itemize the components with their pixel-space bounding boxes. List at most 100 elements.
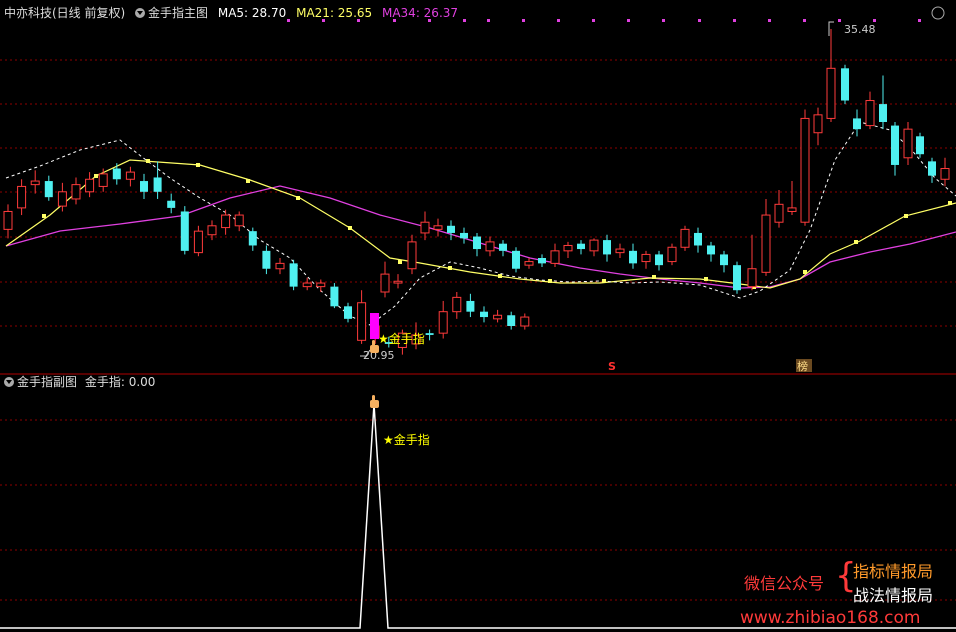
main-indicator-name[interactable]: 金手指主图 [148, 6, 208, 20]
candle [512, 250, 520, 269]
magenta-dot [838, 19, 841, 22]
candle [916, 136, 924, 155]
signal-label-sub: ★金手指 [383, 432, 430, 447]
ma21-marker [196, 163, 200, 167]
candle [221, 214, 231, 229]
ma21-marker [704, 277, 708, 281]
ma21-marker [602, 279, 606, 283]
candle [680, 228, 690, 248]
magenta-dot [698, 19, 701, 22]
candle [707, 245, 715, 255]
candle [71, 184, 81, 200]
candle [493, 314, 503, 320]
candle [393, 280, 403, 284]
candle [207, 225, 217, 236]
high-label: 35.48 [844, 23, 876, 36]
candle [655, 254, 663, 266]
bang-marker: 榜 [797, 359, 808, 373]
sub-indicator-name[interactable]: 金手指副图 [17, 375, 77, 389]
ma21-marker [94, 174, 98, 178]
candle [774, 203, 784, 223]
watermark-line2: 战法情报局 [853, 586, 934, 605]
sell-marker: S [608, 360, 616, 373]
candle [841, 68, 849, 101]
candle [180, 211, 189, 251]
ma5-value: MA5: 28.70 [217, 6, 287, 20]
candle [248, 231, 257, 246]
candle [761, 214, 771, 273]
candle [589, 239, 599, 252]
candle [485, 241, 495, 252]
candle [879, 104, 887, 122]
ma21-marker [246, 179, 250, 183]
candle [694, 232, 702, 246]
candle [524, 261, 534, 266]
candle [865, 100, 875, 127]
candle [538, 258, 546, 264]
candle [330, 286, 339, 307]
candle [438, 311, 448, 334]
ma21-marker [448, 266, 452, 270]
candle [603, 240, 611, 255]
candle [787, 207, 797, 212]
magenta-dot [733, 19, 736, 22]
candle [17, 185, 27, 209]
ma21-marker [854, 240, 858, 244]
candle [44, 181, 53, 198]
candle [499, 243, 507, 251]
magenta-dot [487, 19, 490, 22]
candle [57, 191, 67, 207]
ma21-marker [296, 196, 300, 200]
candle [193, 230, 203, 254]
ma21-marker [398, 260, 402, 264]
candle [891, 125, 899, 165]
candle [520, 316, 530, 327]
candle [733, 265, 741, 291]
candle [903, 128, 913, 159]
ma21-value: MA21: 25.65 [296, 6, 373, 20]
candle [452, 296, 462, 313]
candle [577, 243, 585, 250]
candle [473, 236, 481, 250]
candle [140, 181, 148, 192]
candle [800, 117, 810, 223]
stock-title: 中亦科技(日线 前复权) [4, 6, 126, 20]
candle [460, 232, 468, 239]
dropdown-icon-sub[interactable] [4, 377, 14, 387]
candle [112, 168, 121, 180]
candle [928, 161, 936, 176]
candle [344, 306, 352, 319]
candle [853, 118, 861, 130]
candle [302, 282, 312, 288]
magenta-dot [522, 19, 525, 22]
candle [167, 200, 176, 208]
dropdown-icon[interactable] [135, 8, 146, 18]
magenta-dot [557, 19, 560, 22]
sub-header: 金手指副图 金手指: 0.00 [4, 374, 155, 390]
candle [275, 262, 285, 270]
magenta-dot [873, 19, 876, 22]
chart-stage[interactable]: 35.48 20.95 ★金手指 S 榜 ★金手指 [0, 0, 956, 632]
candle [466, 300, 475, 312]
candle [940, 168, 950, 180]
ma21-marker [498, 274, 502, 278]
chart-background [0, 0, 956, 632]
magenta-dot [768, 19, 771, 22]
candle [433, 225, 443, 230]
magenta-dot [592, 19, 595, 22]
ma21-marker [548, 279, 552, 283]
candle [357, 302, 367, 341]
candle [550, 250, 560, 264]
ma21-marker [146, 159, 150, 163]
candle [234, 214, 244, 227]
candle [826, 67, 836, 119]
candle [747, 268, 757, 288]
ma21-marker [652, 275, 656, 279]
candle [629, 250, 637, 264]
candle [480, 311, 488, 318]
candle [507, 315, 516, 326]
candle [262, 250, 271, 269]
ma21-marker [42, 214, 46, 218]
magenta-dot [627, 19, 630, 22]
candle [641, 253, 651, 263]
